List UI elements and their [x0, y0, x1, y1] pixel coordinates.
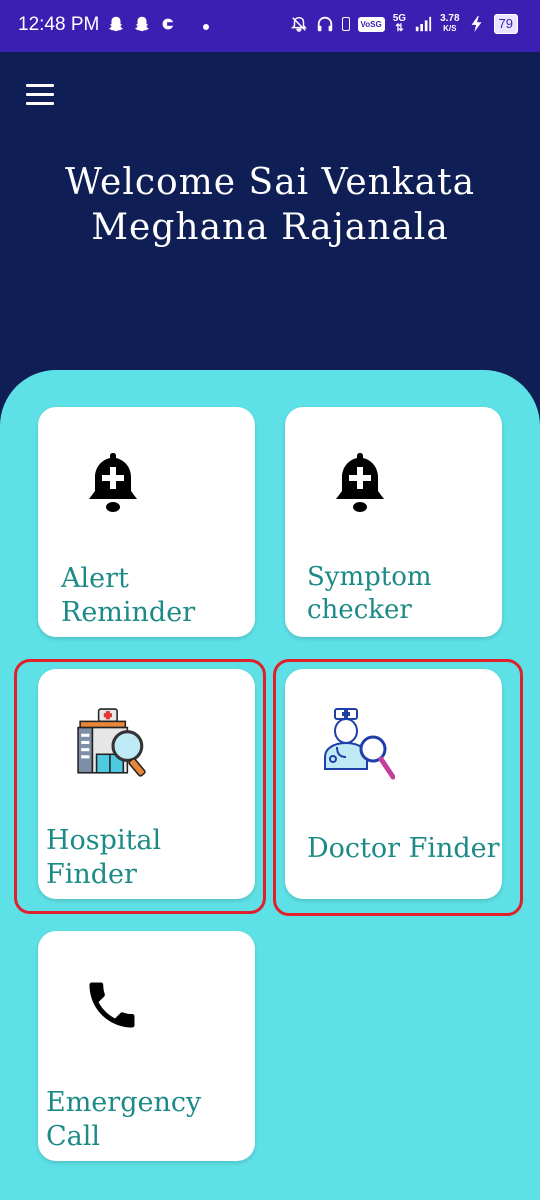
welcome-line-2: Meghana Rajanala — [91, 207, 449, 248]
alert-reminder-card[interactable]: Alert Reminder — [38, 407, 255, 637]
notification-icons — [107, 15, 209, 33]
doctor-search-icon — [324, 708, 395, 780]
welcome-line-1: Welcome Sai Venkata — [64, 162, 476, 203]
charging-icon — [471, 15, 482, 33]
app-header: Welcome Sai Venkata Meghana Rajanala — [0, 52, 540, 382]
hospital-search-icon — [77, 708, 146, 777]
doctor-finder-card[interactable]: Doctor Finder — [285, 669, 502, 899]
phone-icon — [89, 982, 135, 1028]
more-notifications-dot — [203, 24, 209, 30]
status-time: 12:48 PM — [18, 14, 100, 35]
snapchat-icon-2 — [134, 16, 150, 32]
headphones-icon — [317, 16, 332, 32]
emergency-call-label: Emergency Call — [46, 1087, 202, 1152]
network-speed: 3.78 K/S — [440, 13, 460, 34]
bell-plus-icon — [89, 453, 137, 512]
welcome-title: Welcome Sai Venkata Meghana Rajanala — [20, 160, 520, 250]
doctor-finder-label: Doctor Finder — [307, 833, 500, 864]
hamburger-menu-icon[interactable] — [26, 84, 58, 110]
app-notification-icon — [162, 18, 174, 30]
mute-icon — [290, 16, 307, 32]
hospital-finder-label: Hospital Finder — [46, 825, 162, 890]
status-bar: 12:48 PM VoSG 5G ⇅ 3.78 K/S 79 — [0, 0, 540, 52]
alert-reminder-label: Alert Reminder — [61, 563, 196, 628]
sim-card-icon — [341, 17, 350, 31]
signal-icon — [415, 16, 432, 32]
system-icons: VoSG 5G ⇅ 3.78 K/S 79 — [290, 14, 518, 34]
volte-label: VoSG — [357, 16, 385, 32]
battery-level: 79 — [493, 14, 518, 34]
bell-plus-icon — [336, 453, 384, 512]
emergency-call-card[interactable]: Emergency Call — [38, 931, 255, 1161]
hospital-finder-card[interactable]: Hospital Finder — [38, 669, 255, 899]
symptom-checker-card[interactable]: Symptom checker — [285, 407, 502, 637]
symptom-checker-label: Symptom checker — [307, 562, 432, 625]
network-type: 5G ⇅ — [392, 13, 407, 34]
snapchat-icon — [108, 16, 124, 32]
